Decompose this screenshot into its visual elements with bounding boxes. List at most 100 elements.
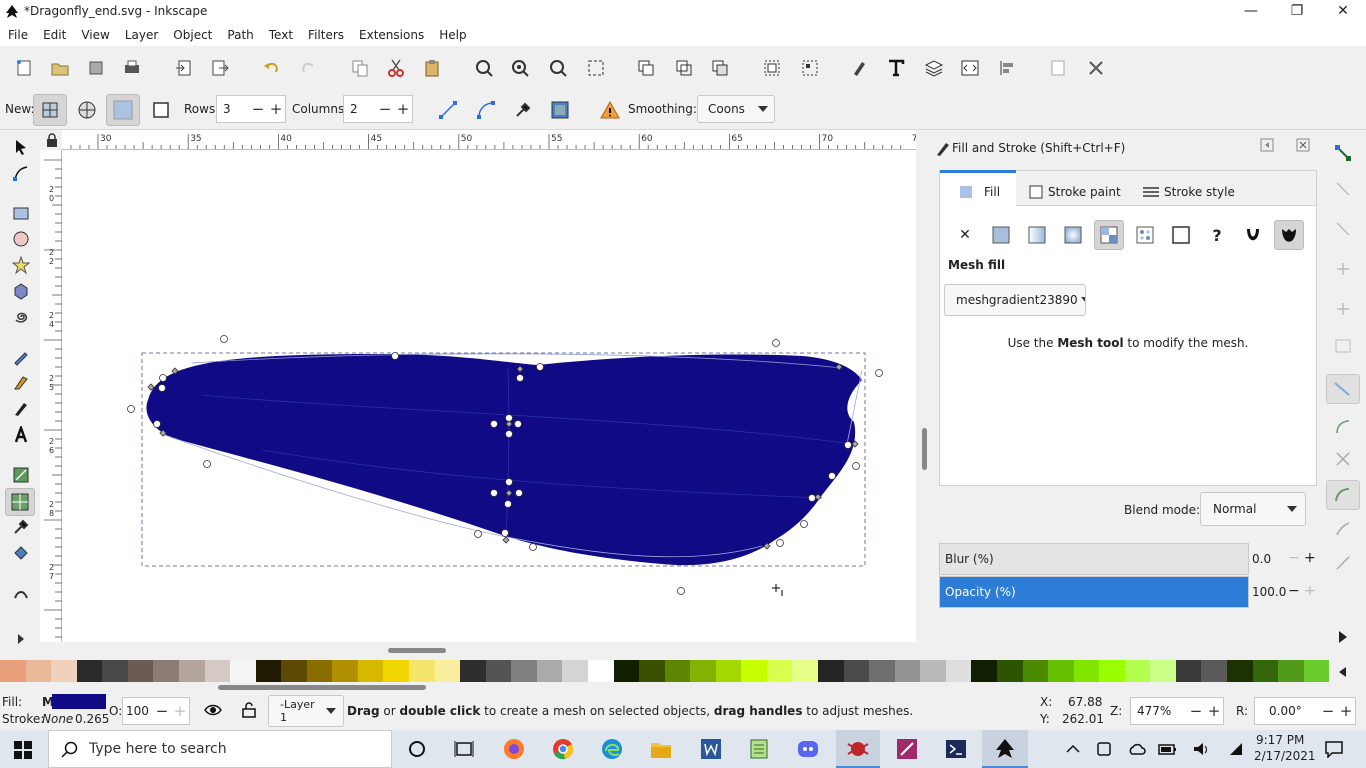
mesh-handle[interactable]	[159, 374, 167, 382]
palette-swatch[interactable]	[383, 660, 409, 682]
mesh-handle[interactable]	[501, 529, 509, 537]
smoothing-dropdown[interactable]: Coons	[697, 95, 775, 123]
palette-swatch[interactable]	[1048, 660, 1074, 682]
palette-swatch[interactable]	[460, 660, 486, 682]
palette-swatch[interactable]	[894, 660, 921, 682]
import-icon[interactable]	[174, 58, 194, 78]
toolbox-expand-icon[interactable]	[12, 630, 30, 648]
vertical-scroll-thumb[interactable]	[922, 428, 927, 470]
opacity-slider[interactable]: Opacity (%)	[939, 576, 1249, 608]
opacity-value[interactable]: 100.0	[1252, 585, 1286, 599]
mesh-handle[interactable]	[505, 478, 513, 486]
opacity-increment[interactable]: +	[1304, 583, 1316, 599]
snap-smooth-icon[interactable]	[1334, 520, 1352, 538]
palette-swatch[interactable]	[332, 660, 358, 682]
tab-fill[interactable]: Fill	[958, 178, 1000, 206]
palette-swatch[interactable]	[1073, 660, 1100, 682]
zoom-value[interactable]: 477%	[1131, 704, 1187, 718]
columns-spinbox[interactable]: 2 − +	[343, 95, 413, 123]
rotation-decrement[interactable]: −	[1319, 702, 1337, 720]
palette-swatch[interactable]	[639, 660, 665, 682]
status-opacity-decrement[interactable]: −	[153, 702, 171, 720]
show-hidden-icons-icon[interactable]	[1066, 742, 1080, 756]
mesh-handle[interactable]	[505, 430, 513, 438]
palette-swatch[interactable]	[230, 660, 256, 682]
duplicate-icon[interactable]	[636, 58, 656, 78]
no-paint-button[interactable]: ✕	[950, 220, 980, 250]
snap-path-icon[interactable]	[1334, 418, 1352, 436]
onedrive-icon[interactable]	[1128, 741, 1146, 757]
taskbar-app-bug[interactable]	[836, 730, 880, 768]
palette-swatch[interactable]	[1252, 660, 1279, 682]
make-elliptical-icon[interactable]	[476, 100, 496, 120]
mesh-handle[interactable]	[474, 530, 482, 538]
stroke-width[interactable]: 0.265	[75, 712, 109, 726]
palette-swatch[interactable]	[741, 660, 767, 682]
mesh-handle[interactable]	[153, 420, 161, 428]
palette-swatch[interactable]	[587, 660, 614, 682]
rows-increment[interactable]: +	[267, 100, 285, 118]
star-tool-icon[interactable]	[12, 256, 30, 274]
zoom-page-width-icon[interactable]	[586, 58, 606, 78]
minimize-button[interactable]: —	[1228, 0, 1274, 24]
palette-swatch[interactable]	[1227, 660, 1253, 682]
zoom-spinbox[interactable]: 477% − +	[1130, 697, 1224, 725]
close-button[interactable]: ✕	[1320, 0, 1366, 24]
undo-icon[interactable]	[262, 58, 282, 78]
palette-swatch[interactable]	[996, 660, 1023, 682]
palette-swatch[interactable]	[869, 660, 895, 682]
group-icon[interactable]	[762, 58, 782, 78]
status-opacity-spinbox[interactable]: 100 − +	[122, 697, 190, 725]
panel-collapse-icon[interactable]	[1260, 138, 1274, 152]
wifi-icon[interactable]	[1226, 741, 1244, 757]
toggle-sides-icon[interactable]	[438, 100, 458, 120]
radial-gradient-button[interactable]	[1058, 220, 1088, 250]
zoom-selection-icon[interactable]	[474, 58, 494, 78]
palette-swatch[interactable]	[1124, 660, 1151, 682]
palette-swatch[interactable]	[153, 660, 179, 682]
cut-icon[interactable]	[386, 58, 406, 78]
status-opacity-value[interactable]: 100	[123, 704, 153, 718]
swatch-button[interactable]	[1166, 220, 1196, 250]
mesh-handle[interactable]	[677, 587, 685, 595]
mesh-handle[interactable]	[127, 405, 135, 413]
snap-bbox-corner-icon[interactable]	[1334, 260, 1352, 278]
rotation-increment[interactable]: +	[1337, 702, 1355, 720]
zoom-decrement[interactable]: −	[1187, 702, 1205, 720]
palette-swatch[interactable]	[818, 660, 844, 682]
snap-bbox-center-icon[interactable]	[1334, 338, 1352, 356]
mesh-handle[interactable]	[504, 500, 512, 508]
layer-lock-icon[interactable]	[240, 701, 258, 719]
palette-swatch[interactable]	[306, 660, 333, 682]
print-icon[interactable]	[122, 58, 142, 78]
blur-decrement[interactable]: −	[1288, 550, 1300, 566]
palette-swatch[interactable]	[920, 660, 946, 682]
tweak-tool-icon[interactable]	[12, 584, 30, 602]
fill-target-button[interactable]	[106, 94, 140, 126]
stroke-value[interactable]: None	[42, 712, 73, 726]
spiral-tool-icon[interactable]	[12, 308, 30, 326]
pen-tool-icon[interactable]	[12, 374, 30, 392]
tab-stroke-style[interactable]: Stroke style	[1142, 178, 1235, 206]
mesh-handle[interactable]	[828, 472, 836, 480]
flat-color-button[interactable]	[986, 220, 1016, 250]
snap-intersection-icon[interactable]	[1334, 450, 1352, 468]
mesh-handle[interactable]	[220, 335, 228, 343]
task-view-icon[interactable]	[454, 740, 474, 758]
palette-swatch[interactable]	[715, 660, 742, 682]
fill-rule-evenodd-button[interactable]	[1238, 220, 1268, 250]
palette-swatch[interactable]	[971, 660, 997, 682]
open-icon[interactable]	[50, 58, 70, 78]
mesh-gradient-button[interactable]	[1094, 220, 1124, 250]
mesh-gradient-dropdown[interactable]: meshgradient23890	[944, 284, 1086, 316]
text-font-icon[interactable]	[886, 58, 906, 78]
palette-swatch[interactable]	[1175, 660, 1202, 682]
canvas-artwork[interactable]	[62, 150, 916, 642]
notifications-icon[interactable]	[1324, 740, 1344, 758]
mesh-handle[interactable]	[536, 363, 544, 371]
battery-icon[interactable]	[1158, 741, 1178, 757]
selector-tool-icon[interactable]	[12, 138, 30, 156]
dropper-tool-icon[interactable]	[12, 518, 30, 536]
palette-scroll-thumb[interactable]	[218, 685, 426, 690]
status-opacity-increment[interactable]: +	[171, 702, 189, 720]
